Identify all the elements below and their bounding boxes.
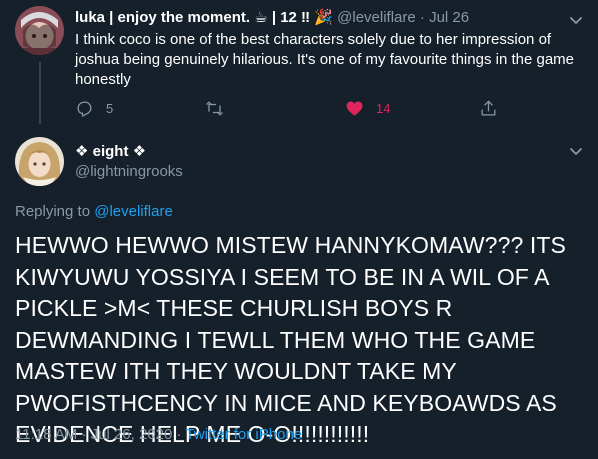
reply-icon (75, 99, 94, 118)
thread-line (39, 62, 41, 124)
tweet-text: HEWWO HEWWO MISTEW HANNYKOMAW??? ITS KIW… (15, 232, 566, 447)
tweet-date[interactable]: Jul 26, 2020 (91, 426, 173, 443)
like-count: 14 (376, 100, 391, 116)
share-button[interactable] (479, 96, 498, 120)
tweet-actions: 5 14 (75, 96, 498, 120)
tweet-date[interactable]: Jul 26 (429, 9, 469, 26)
separator: · (419, 9, 425, 26)
handle[interactable]: @lightningrooks (75, 162, 183, 182)
heart-icon (345, 99, 364, 118)
mention-link[interactable]: @leveliflare (94, 203, 173, 220)
replying-to: Replying to @leveliflare (15, 202, 173, 222)
avatar[interactable] (15, 6, 64, 55)
separator: · (81, 426, 87, 443)
like-button[interactable]: 14 (345, 96, 390, 120)
retweet-icon (205, 99, 224, 118)
reply-button[interactable]: 5 (75, 96, 113, 120)
chevron-down-icon[interactable] (566, 10, 586, 30)
separator: · (176, 426, 182, 443)
replying-label: Replying to (15, 203, 91, 220)
tweet-timestamp: 11:18 AM · Jul 26, 2020 · Twitter for iP… (15, 425, 302, 445)
tweet-time[interactable]: 11:18 AM (15, 426, 77, 443)
chevron-down-icon[interactable] (566, 141, 586, 161)
parent-tweet-header: luka | enjoy the moment. ☕ | 12 ‼ 🎉 @lev… (75, 8, 469, 28)
display-name[interactable]: luka | enjoy the moment. ☕ | 12 ‼ 🎉 (75, 9, 333, 26)
main-tweet-header: ❖ eight ❖ @lightningrooks (75, 142, 183, 182)
retweet-button[interactable] (205, 96, 236, 120)
handle[interactable]: @leveliflare (337, 9, 416, 26)
tweet-text: I think coco is one of the best characte… (75, 31, 574, 88)
source-link[interactable]: Twitter for iPhone (185, 426, 302, 443)
reply-count: 5 (106, 100, 114, 116)
share-icon (479, 99, 498, 118)
avatar[interactable] (15, 137, 64, 186)
display-name[interactable]: ❖ eight ❖ (75, 142, 183, 162)
